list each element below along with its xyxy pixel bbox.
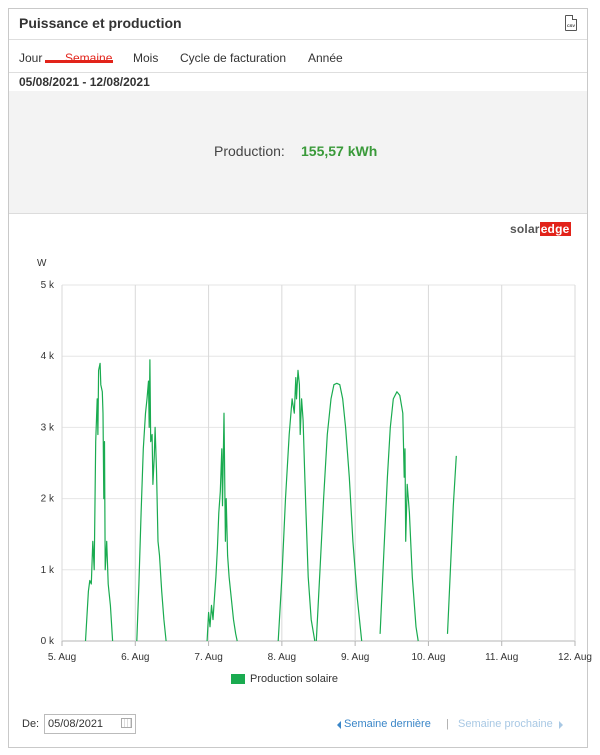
x-tick-label: 6. Aug xyxy=(121,652,149,663)
x-tick-label: 9. Aug xyxy=(341,652,369,663)
series-line-segment xyxy=(84,362,114,642)
y-axis-ticks: 0 k 1 k 2 k 3 k 4 k 5 k xyxy=(41,280,55,647)
x-tick-label: 7. Aug xyxy=(194,652,222,663)
x-tick-label: 5. Aug xyxy=(48,652,76,663)
y-tick-label: 5 k xyxy=(41,280,55,291)
previous-week-arrow-icon[interactable] xyxy=(337,721,341,729)
series-line-segment xyxy=(277,369,316,642)
calendar-icon[interactable] xyxy=(121,718,132,728)
series-line-segment xyxy=(206,412,238,642)
y-axis-unit: W xyxy=(37,258,47,269)
date-from-label: De: xyxy=(22,718,40,730)
next-week-link[interactable]: Semaine prochaine xyxy=(458,718,553,730)
x-tick-label: 8. Aug xyxy=(268,652,296,663)
legend-swatch[interactable] xyxy=(231,674,245,684)
nav-separator: | xyxy=(446,718,449,730)
previous-week-link[interactable]: Semaine dernière xyxy=(344,718,431,730)
y-tick-label: 3 k xyxy=(41,422,55,433)
series-line-segment xyxy=(446,455,457,634)
next-week-arrow-icon[interactable] xyxy=(559,721,563,729)
series-line-segment xyxy=(379,391,419,642)
series-line-segment xyxy=(136,359,167,642)
y-tick-label: 1 k xyxy=(41,565,55,576)
y-tick-label: 0 k xyxy=(41,636,55,647)
y-tick-label: 4 k xyxy=(41,351,55,362)
legend-entry-production-solaire[interactable]: Production solaire xyxy=(250,673,338,685)
x-axis-ticks: 5. Aug 6. Aug 7. Aug 8. Aug 9. Aug 10. Aug 11.… xyxy=(48,652,592,663)
x-tick-label: 10. Aug xyxy=(411,652,445,663)
y-tick-label: 2 k xyxy=(41,494,55,505)
series-production-solaire xyxy=(84,359,457,642)
x-tick-label: 12. Aug xyxy=(558,652,592,663)
production-chart: W 0 k 1 k 2 k 3 k 4 k 5 k 5. Aug 6. Aug 7. Aug 8… xyxy=(37,258,592,663)
x-tick-label: 11. Aug xyxy=(485,652,518,663)
